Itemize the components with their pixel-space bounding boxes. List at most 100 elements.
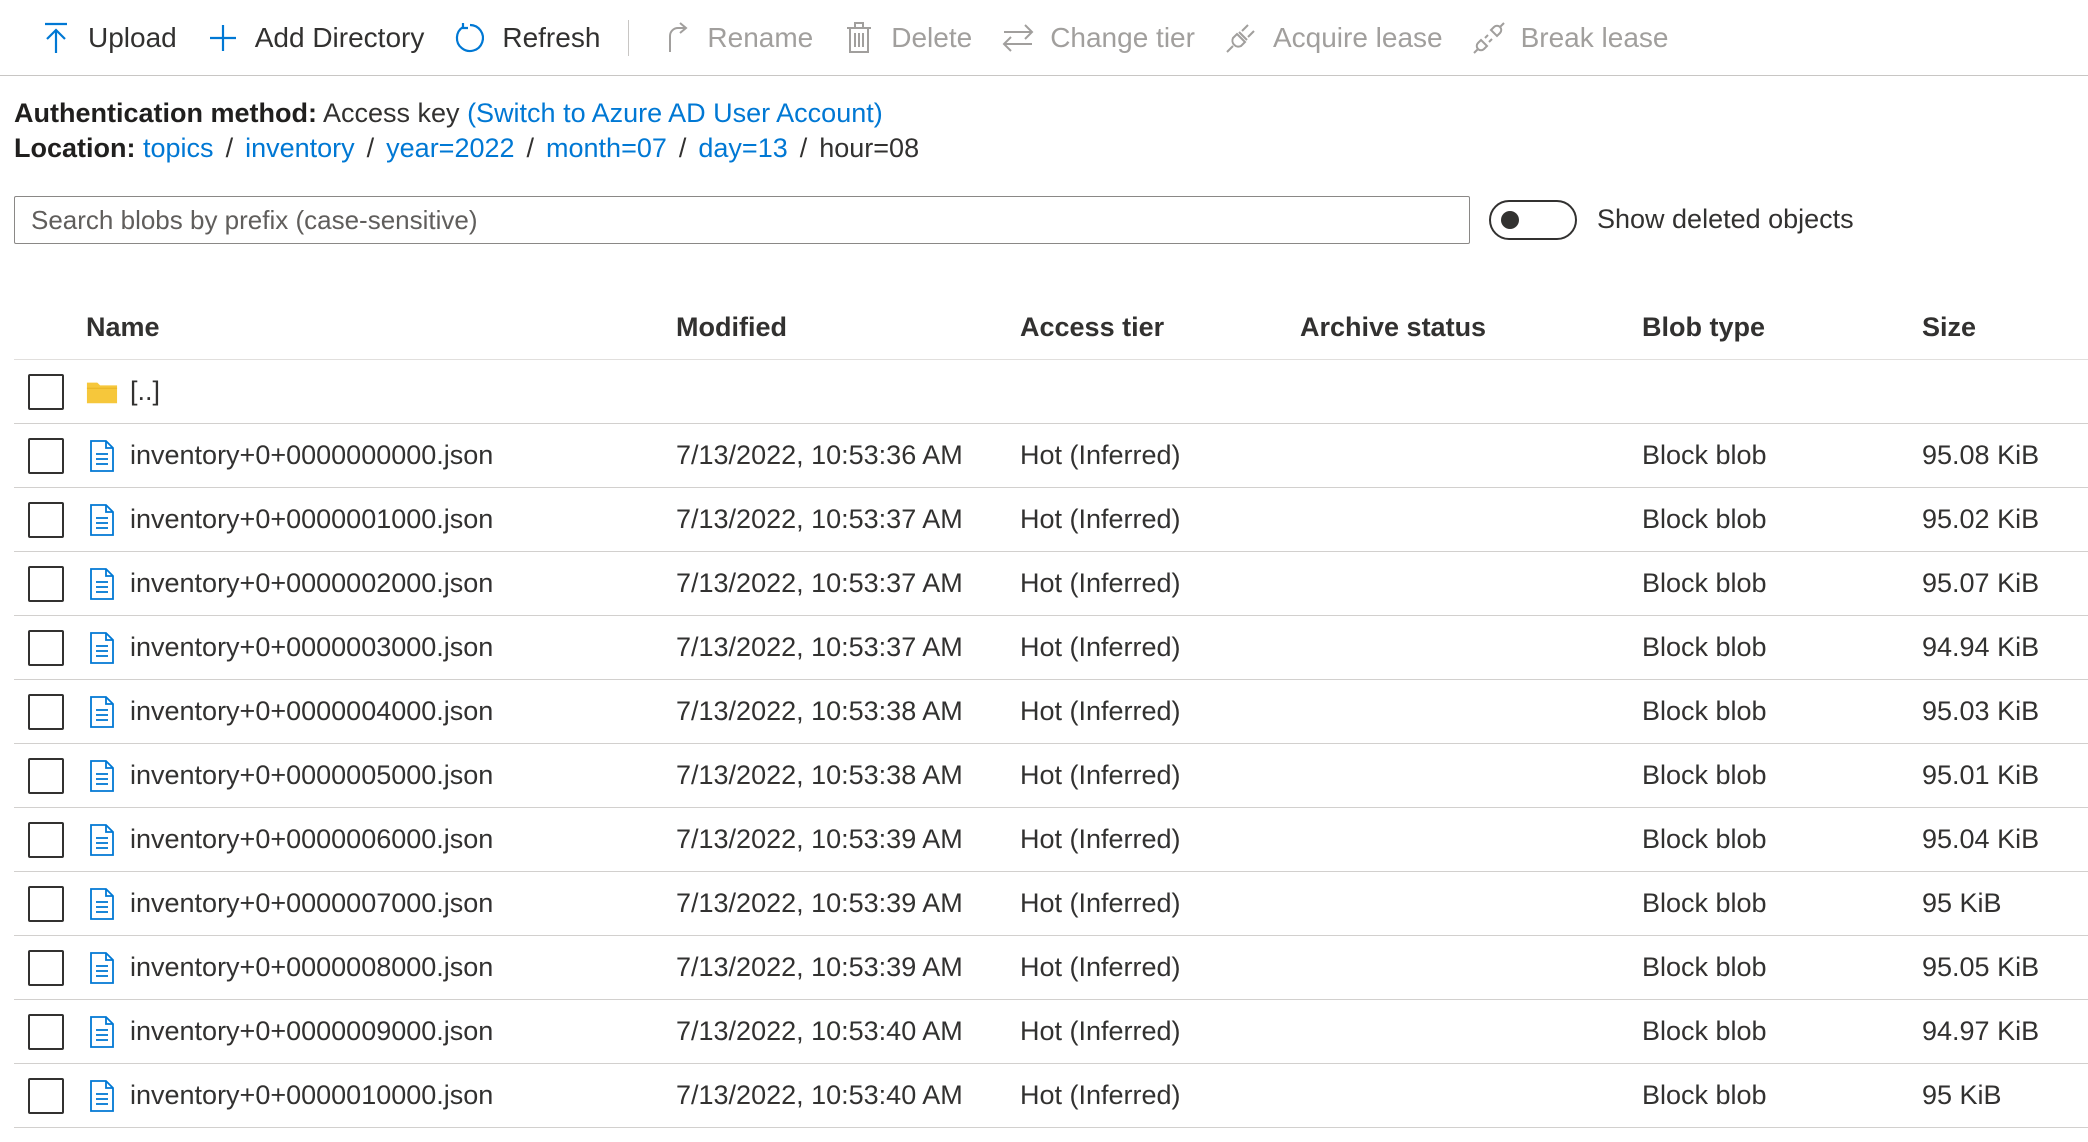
- size-cell: 95.05 KiB: [1922, 952, 2040, 982]
- refresh-button[interactable]: Refresh: [438, 8, 614, 68]
- auth-method-value: Access key: [323, 98, 460, 128]
- blob-name-link[interactable]: inventory+0+0000002000.json: [130, 568, 493, 599]
- breadcrumb: Location: topics / inventory / year=2022 / mon…: [14, 133, 919, 164]
- column-header-name[interactable]: Name: [86, 312, 676, 343]
- table-row[interactable]: inventory+0+0000002000.json 7/13/2022, 10…: [14, 552, 2088, 616]
- file-icon: [86, 759, 118, 793]
- access-tier-cell: Hot (Inferred): [1020, 1016, 1181, 1046]
- row-checkbox[interactable]: [28, 565, 64, 602]
- row-checkbox[interactable]: [28, 1077, 64, 1114]
- blob-type-cell: Block blob: [1642, 952, 1767, 982]
- blob-type-cell: Block blob: [1642, 1080, 1767, 1110]
- access-tier-cell: Hot (Inferred): [1020, 696, 1181, 726]
- change-tier-button[interactable]: Change tier: [986, 8, 1209, 68]
- table-row[interactable]: inventory+0+0000007000.json 7/13/2022, 10…: [14, 872, 2088, 936]
- file-icon: [86, 1079, 118, 1113]
- blob-name-link[interactable]: inventory+0+0000001000.json: [130, 504, 493, 535]
- row-checkbox[interactable]: [28, 437, 64, 474]
- parent-directory-row[interactable]: [..]: [14, 360, 2088, 424]
- breadcrumb-year[interactable]: year=2022: [386, 133, 514, 163]
- file-icon: [86, 887, 118, 921]
- column-header-modified[interactable]: Modified: [676, 312, 1020, 343]
- table-row[interactable]: inventory+0+0000008000.json 7/13/2022, 10…: [14, 936, 2088, 1000]
- blob-type-cell: Block blob: [1642, 696, 1767, 726]
- table-row[interactable]: inventory+0+0000005000.json 7/13/2022, 10…: [14, 744, 2088, 808]
- blob-name-link[interactable]: inventory+0+0000010000.json: [130, 1080, 493, 1111]
- acquire-lease-button[interactable]: Acquire lease: [1209, 8, 1457, 68]
- access-tier-cell: Hot (Inferred): [1020, 568, 1181, 598]
- upload-button[interactable]: Upload: [24, 8, 191, 68]
- table-row[interactable]: inventory+0+0000006000.json 7/13/2022, 10…: [14, 808, 2088, 872]
- blob-name-link[interactable]: inventory+0+0000009000.json: [130, 1016, 493, 1047]
- table-body: inventory+0+0000000000.json 7/13/2022, 10…: [14, 424, 2088, 1128]
- row-checkbox[interactable]: [28, 757, 64, 794]
- access-tier-cell: Hot (Inferred): [1020, 760, 1181, 790]
- row-checkbox[interactable]: [28, 885, 64, 922]
- row-checkbox[interactable]: [28, 501, 64, 538]
- breadcrumb-topics[interactable]: topics: [143, 133, 214, 163]
- table-row[interactable]: inventory+0+0000000000.json 7/13/2022, 10…: [14, 424, 2088, 488]
- table-row[interactable]: inventory+0+0000004000.json 7/13/2022, 10…: [14, 680, 2088, 744]
- parent-directory-label[interactable]: [..]: [130, 376, 160, 407]
- size-cell: 95.01 KiB: [1922, 760, 2040, 790]
- add-directory-button[interactable]: Add Directory: [191, 8, 439, 68]
- upload-icon: [38, 20, 74, 56]
- row-checkbox[interactable]: [28, 949, 64, 986]
- blob-type-cell: Block blob: [1642, 440, 1767, 470]
- delete-button[interactable]: Delete: [827, 8, 986, 68]
- row-checkbox[interactable]: [28, 693, 64, 730]
- row-checkbox[interactable]: [28, 821, 64, 858]
- break-lease-button[interactable]: Break lease: [1457, 8, 1683, 68]
- breadcrumb-separator: /: [225, 133, 234, 163]
- row-checkbox[interactable]: [28, 1013, 64, 1050]
- rename-icon: [657, 20, 693, 56]
- blob-name-link[interactable]: inventory+0+0000003000.json: [130, 632, 493, 663]
- blob-type-cell: Block blob: [1642, 504, 1767, 534]
- modified-cell: 7/13/2022, 10:53:38 AM: [676, 760, 963, 790]
- table-row[interactable]: inventory+0+0000001000.json 7/13/2022, 10…: [14, 488, 2088, 552]
- table-row[interactable]: inventory+0+0000003000.json 7/13/2022, 10…: [14, 616, 2088, 680]
- row-checkbox[interactable]: [28, 629, 64, 666]
- size-cell: 95 KiB: [1922, 1080, 2002, 1110]
- size-cell: 95.04 KiB: [1922, 824, 2040, 854]
- modified-cell: 7/13/2022, 10:53:39 AM: [676, 824, 963, 854]
- size-cell: 95.07 KiB: [1922, 568, 2040, 598]
- access-tier-cell: Hot (Inferred): [1020, 824, 1181, 854]
- blob-name-link[interactable]: inventory+0+0000000000.json: [130, 440, 493, 471]
- modified-cell: 7/13/2022, 10:53:38 AM: [676, 696, 963, 726]
- modified-cell: 7/13/2022, 10:53:39 AM: [676, 888, 963, 918]
- file-icon: [86, 695, 118, 729]
- rename-button[interactable]: Rename: [643, 8, 827, 68]
- column-header-archive-status[interactable]: Archive status: [1300, 312, 1642, 343]
- size-cell: 95.08 KiB: [1922, 440, 2040, 470]
- column-header-size[interactable]: Size: [1922, 312, 2082, 343]
- blob-name-link[interactable]: inventory+0+0000007000.json: [130, 888, 493, 919]
- add-directory-label: Add Directory: [254, 21, 425, 53]
- show-deleted-toggle[interactable]: [1489, 200, 1577, 240]
- column-header-blob-type[interactable]: Blob type: [1642, 312, 1922, 343]
- blob-name-link[interactable]: inventory+0+0000004000.json: [130, 696, 493, 727]
- show-deleted-label: Show deleted objects: [1597, 204, 1854, 234]
- search-input[interactable]: [14, 196, 1470, 244]
- size-cell: 94.94 KiB: [1922, 632, 2040, 662]
- modified-cell: 7/13/2022, 10:53:37 AM: [676, 568, 963, 598]
- breadcrumb-month[interactable]: month=07: [546, 133, 667, 163]
- switch-auth-link[interactable]: (Switch to Azure AD User Account): [467, 98, 883, 128]
- modified-cell: 7/13/2022, 10:53:40 AM: [676, 1080, 963, 1110]
- table-row[interactable]: inventory+0+0000010000.json 7/13/2022, 10…: [14, 1064, 2088, 1128]
- blob-name-link[interactable]: inventory+0+0000008000.json: [130, 952, 493, 983]
- modified-cell: 7/13/2022, 10:53:40 AM: [676, 1016, 963, 1046]
- breadcrumb-inventory[interactable]: inventory: [245, 133, 355, 163]
- refresh-label: Refresh: [502, 21, 601, 53]
- blob-name-link[interactable]: inventory+0+0000006000.json: [130, 824, 493, 855]
- row-checkbox[interactable]: [28, 373, 64, 410]
- acquire-lease-label: Acquire lease: [1272, 21, 1443, 53]
- table-row[interactable]: inventory+0+0000009000.json 7/13/2022, 10…: [14, 1000, 2088, 1064]
- blob-name-link[interactable]: inventory+0+0000005000.json: [130, 760, 493, 791]
- breadcrumb-separator: /: [366, 133, 375, 163]
- breadcrumb-day[interactable]: day=13: [698, 133, 787, 163]
- breadcrumb-separator: /: [678, 133, 687, 163]
- column-header-access-tier[interactable]: Access tier: [1020, 312, 1300, 343]
- auth-method-line: Authentication method: Access key (Switc…: [14, 98, 883, 129]
- access-tier-cell: Hot (Inferred): [1020, 888, 1181, 918]
